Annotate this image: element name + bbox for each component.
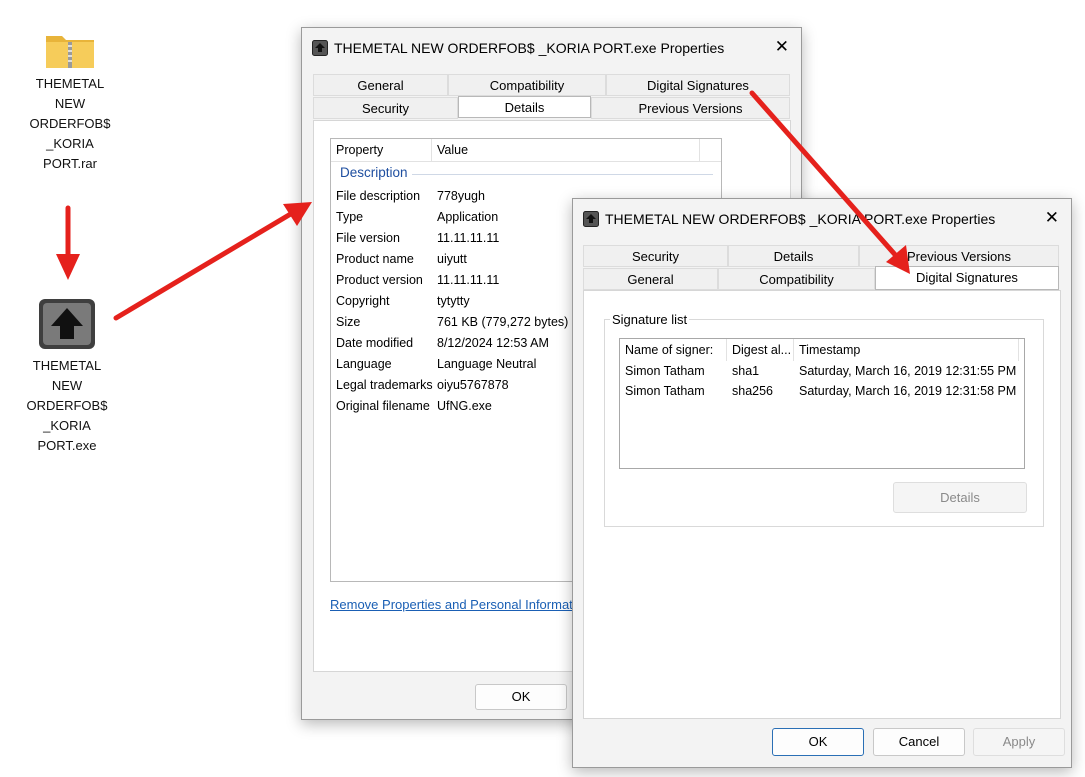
rar-label-line-2: NEW [54, 96, 86, 111]
tab-details[interactable]: Details [458, 96, 591, 118]
close-icon[interactable]: ✕ [775, 38, 789, 56]
tab-previous-versions[interactable]: Previous Versions [859, 245, 1059, 267]
rar-label-line-4: _KORIA [46, 136, 94, 151]
exe-file-icon-group[interactable]: THEMETAL NEW ORDERFOB$ _KORIA PORT.exe [17, 298, 117, 456]
cancel-button[interactable]: Cancel [873, 728, 965, 756]
apply-button[interactable]: Apply [973, 728, 1065, 756]
tab-general[interactable]: General [313, 74, 448, 96]
properties-dialog-signatures: THEMETAL NEW ORDERFOB$ _KORIA PORT.exe P… [572, 198, 1072, 768]
section-label: Description [340, 165, 412, 180]
signature-row[interactable]: Simon Tatham sha256 Saturday, March 16, 20… [625, 384, 1016, 398]
remove-properties-link[interactable]: Remove Properties and Personal Informati… [330, 597, 583, 612]
ok-button[interactable]: OK [475, 684, 567, 710]
exe-label-line-3: ORDERFOB$ [26, 398, 108, 413]
property-row[interactable]: Original filename UfNG.exe [336, 399, 492, 413]
titlebar: THEMETAL NEW ORDERFOB$ _KORIA PORT.exe P… [573, 201, 1071, 237]
exe-label-line-2: NEW [51, 378, 83, 393]
property-row[interactable]: Legal trademarks oiyu5767878 [336, 378, 509, 392]
property-row[interactable]: Copyright tytytty [336, 294, 470, 308]
signature-list[interactable]: Name of signer: Digest al... Timestamp S… [619, 338, 1025, 469]
signature-row[interactable]: Simon Tatham sha1 Saturday, March 16, 2019… [625, 364, 1016, 378]
rar-label-line-5: PORT.rar [43, 156, 97, 171]
signatures-panel: Signature list Name of signer: Digest al… [583, 290, 1061, 719]
column-timestamp[interactable]: Timestamp [799, 343, 860, 357]
tab-details[interactable]: Details [728, 245, 859, 267]
column-name-of-signer[interactable]: Name of signer: [625, 343, 713, 357]
property-row[interactable]: Type Application [336, 210, 498, 224]
zip-folder-icon [44, 30, 96, 70]
titlebar: THEMETAL NEW ORDERFOB$ _KORIA PORT.exe P… [302, 30, 801, 66]
exe-label-line-4: _KORIA [43, 418, 91, 433]
tab-general[interactable]: General [583, 268, 718, 290]
column-property[interactable]: Property [336, 143, 383, 157]
section-description: Description [340, 165, 713, 183]
dialog-title: THEMETAL NEW ORDERFOB$ _KORIA PORT.exe P… [605, 211, 996, 227]
exe-label-line-1: THEMETAL [32, 358, 102, 373]
property-row[interactable]: File description 778yugh [336, 189, 485, 203]
tab-compatibility[interactable]: Compatibility [448, 74, 606, 96]
column-value[interactable]: Value [437, 143, 468, 157]
property-row[interactable]: Language Language Neutral [336, 357, 536, 371]
rar-file-icon-group[interactable]: THEMETAL NEW ORDERFOB$ _KORIA PORT.rar [20, 30, 120, 174]
property-row[interactable]: Size 761 KB (779,272 bytes) [336, 315, 568, 329]
tab-digital-signatures[interactable]: Digital Signatures [875, 266, 1059, 290]
signature-list-group: Signature list Name of signer: Digest al… [604, 312, 1044, 527]
property-row[interactable]: Date modified 8/12/2024 12:53 AM [336, 336, 549, 350]
tab-compatibility[interactable]: Compatibility [718, 268, 875, 290]
tab-previous-versions[interactable]: Previous Versions [591, 97, 790, 119]
list-header: Name of signer: Digest al... Timestamp [620, 339, 1024, 361]
list-header: Property Value [331, 139, 721, 162]
dialog-title: THEMETAL NEW ORDERFOB$ _KORIA PORT.exe P… [334, 40, 725, 56]
exe-label-line-5: PORT.exe [37, 438, 97, 453]
app-upload-icon [583, 211, 599, 227]
rar-label-line-3: ORDERFOB$ [29, 116, 111, 131]
tab-security[interactable]: Security [313, 97, 458, 119]
tab-digital-signatures[interactable]: Digital Signatures [606, 74, 790, 96]
arrow-rar-to-exe [56, 205, 80, 280]
rar-label-line-1: THEMETAL [35, 76, 105, 91]
property-row[interactable]: Product name uiyutt [336, 252, 467, 266]
property-row[interactable]: File version 11.11.11.11 [336, 231, 499, 245]
app-upload-icon [37, 298, 97, 350]
column-digest[interactable]: Digest al... [732, 343, 791, 357]
ok-button[interactable]: OK [772, 728, 864, 756]
app-upload-icon [312, 40, 328, 56]
close-icon[interactable]: ✕ [1045, 209, 1059, 227]
property-row[interactable]: Product version 11.11.11.11 [336, 273, 499, 287]
tab-security[interactable]: Security [583, 245, 728, 267]
arrow-exe-to-details [113, 202, 312, 321]
group-label: Signature list [610, 312, 690, 327]
details-button[interactable]: Details [893, 482, 1027, 513]
